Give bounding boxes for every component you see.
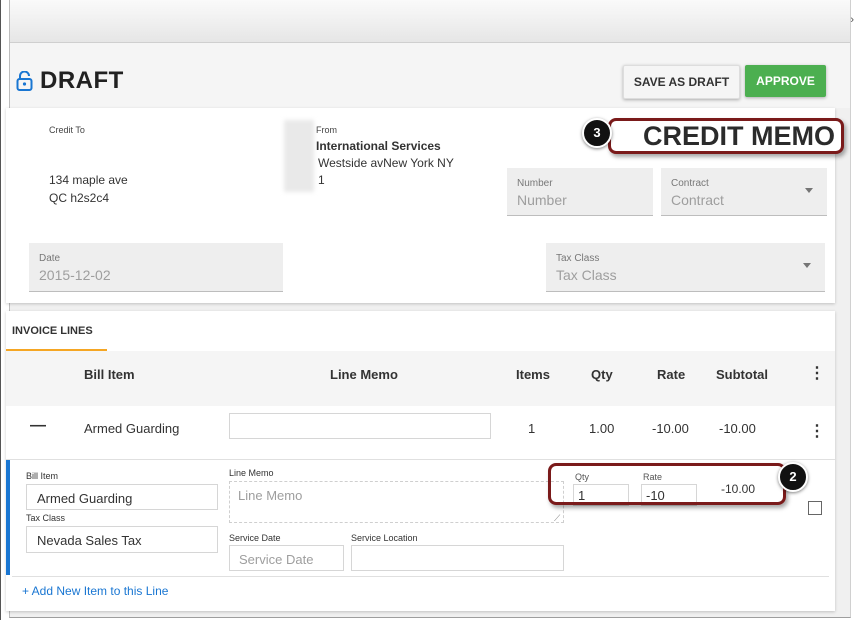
tax-class-select[interactable]: Tax Class Tax Class <box>546 243 825 292</box>
row-divider <box>6 459 835 460</box>
number-placeholder: Number <box>517 192 567 208</box>
from-address-line1: Westside avNew York NY <box>318 156 454 170</box>
approve-button[interactable]: APPROVE <box>745 65 826 97</box>
add-new-item-link[interactable]: + Add New Item to this Line <box>22 584 168 598</box>
credit-to-address-line2: QC h2s2c4 <box>49 191 110 205</box>
contract-placeholder: Contract <box>671 192 724 208</box>
contract-select[interactable]: Contract Contract <box>661 168 827 216</box>
invoice-table-header: Bill Item Line Memo Items Qty Rate Subto… <box>6 351 835 406</box>
collapse-line-button[interactable]: — <box>30 417 46 435</box>
expanded-line-indicator <box>6 460 10 575</box>
date-value: 2015-12-02 <box>39 267 111 283</box>
col-subtotal: Subtotal <box>716 367 768 382</box>
number-field[interactable]: Number Number <box>507 168 653 216</box>
row-items: 1 <box>528 421 536 436</box>
row-line-memo-input[interactable] <box>229 413 491 439</box>
invoice-lines-card: INVOICE LINES Bill Item Line Memo Items … <box>6 311 835 611</box>
contract-label: Contract <box>671 178 709 189</box>
row-rate: -10.00 <box>652 421 689 436</box>
number-label: Number <box>517 178 553 189</box>
date-field[interactable]: Date 2015-12-02 <box>29 243 283 292</box>
col-line-memo: Line Memo <box>330 367 398 382</box>
more-vert-icon[interactable]: ⋮ <box>809 366 825 382</box>
from-label: From <box>316 125 337 135</box>
col-bill-item: Bill Item <box>84 367 135 382</box>
step-badge-2: 2 <box>778 462 808 492</box>
detail-service-location-label: Service Location <box>351 533 418 543</box>
row-bill-item: Armed Guarding <box>84 421 180 436</box>
chevron-down-icon <box>805 188 813 193</box>
from-name: International Services <box>316 139 441 153</box>
detail-bill-item-input[interactable]: Armed Guarding <box>26 484 218 510</box>
redacted-area <box>284 120 314 192</box>
resize-handle-icon[interactable]: ⟋ <box>554 513 560 524</box>
credit-memo-callout: CREDIT MEMO <box>608 118 844 154</box>
step-badge-3: 3 <box>582 118 612 148</box>
chevron-right-icon[interactable]: › <box>850 14 854 26</box>
detail-tax-class-label: Tax Class <box>26 513 66 523</box>
row-qty: 1.00 <box>589 421 615 436</box>
from-address-line2: 1 <box>318 173 325 187</box>
tax-class-label: Tax Class <box>556 253 600 264</box>
detail-bill-item-label: Bill Item <box>26 471 59 481</box>
col-rate: Rate <box>657 367 686 382</box>
page-title: DRAFT <box>40 67 124 94</box>
col-qty: Qty <box>591 367 613 382</box>
tax-class-placeholder: Tax Class <box>556 267 617 283</box>
detail-service-date-label: Service Date <box>229 533 281 543</box>
detail-service-location-input[interactable] <box>351 545 564 571</box>
qty-rate-callout <box>548 463 786 505</box>
detail-line-memo-label: Line Memo <box>229 468 274 478</box>
more-vert-icon[interactable]: ⋮ <box>809 424 825 440</box>
date-label: Date <box>39 253 61 264</box>
line-checkbox[interactable] <box>808 501 822 515</box>
window-edge <box>0 0 1 620</box>
chevron-down-icon <box>803 263 811 268</box>
row-subtotal: -10.00 <box>719 421 756 436</box>
detail-service-date-input[interactable]: Service Date <box>229 545 344 571</box>
detail-tax-class-input[interactable]: Nevada Sales Tax <box>26 526 218 553</box>
credit-to-address-line1: 134 maple ave <box>49 173 128 187</box>
save-as-draft-button[interactable]: SAVE AS DRAFT <box>623 65 740 99</box>
unlock-icon <box>16 71 33 91</box>
credit-to-label: Credit To <box>49 125 85 135</box>
footer-divider <box>12 576 829 577</box>
detail-line-memo-textarea[interactable]: Line Memo <box>229 481 564 523</box>
col-items: Items <box>516 367 550 382</box>
window-topbar: › <box>10 0 854 43</box>
tab-invoice-lines[interactable]: INVOICE LINES <box>12 325 93 337</box>
